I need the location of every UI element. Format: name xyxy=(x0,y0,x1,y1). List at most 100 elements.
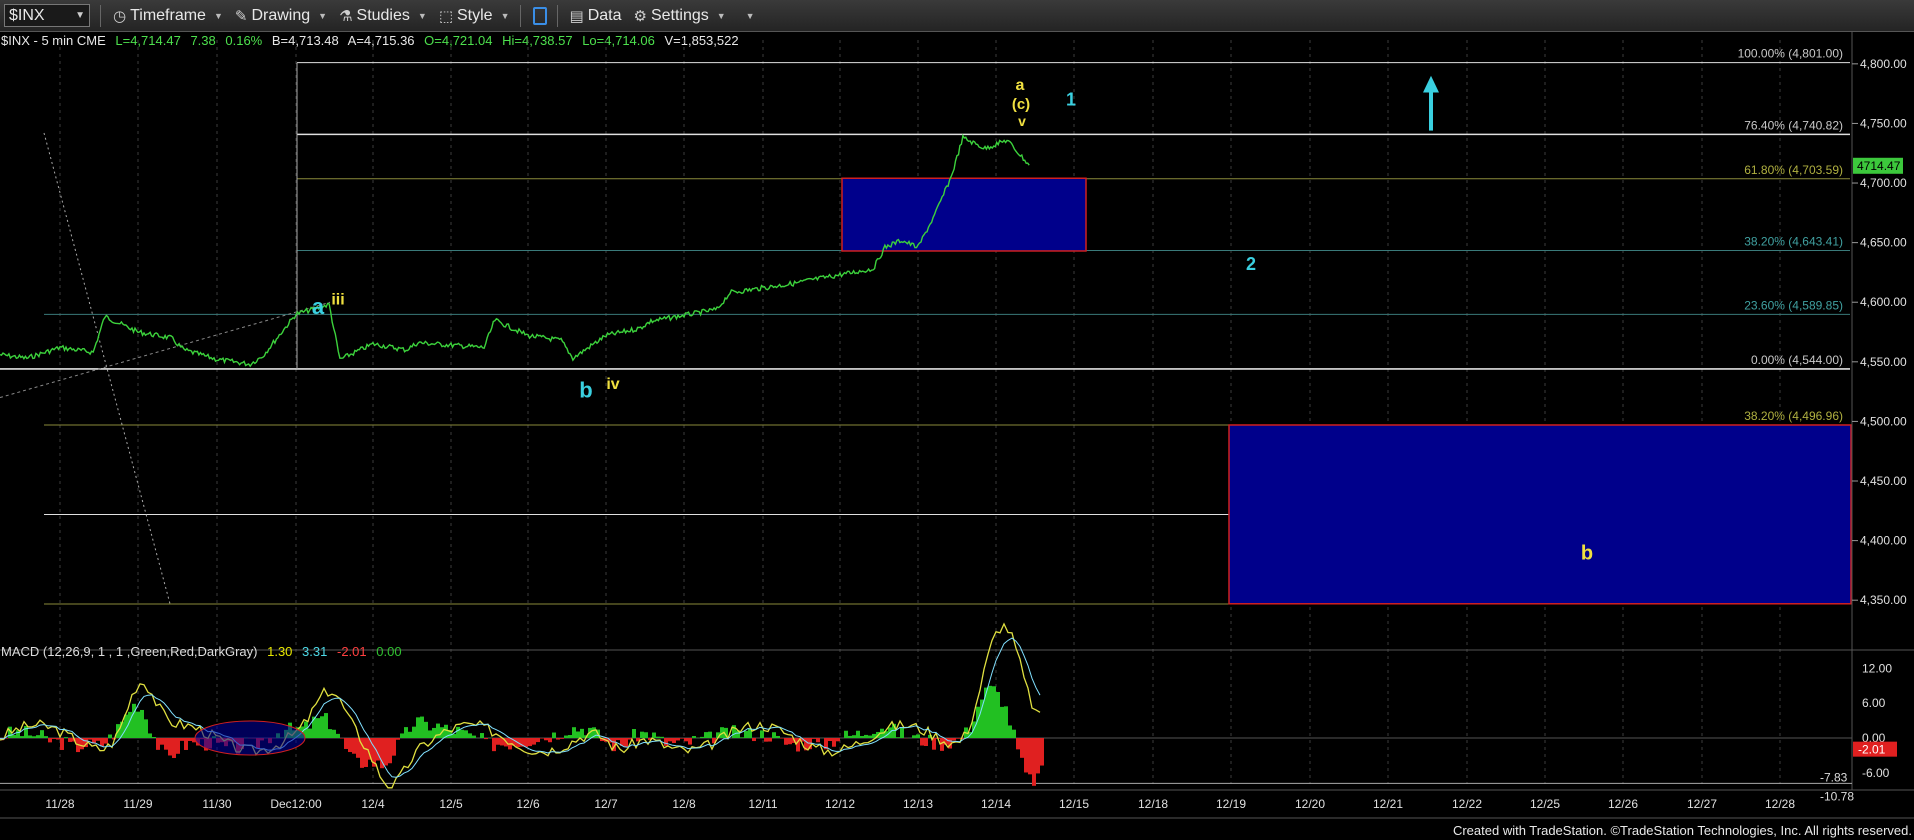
macd-histogram-bar xyxy=(844,730,848,738)
macd-histogram-bar xyxy=(28,735,32,738)
macd-histogram-bar xyxy=(572,727,576,738)
macd-histogram-bar xyxy=(672,738,676,743)
macd-histogram-bar xyxy=(812,738,816,739)
macd-params: MACD (12,26,9, 1 , 1 ,Green,Red,DarkGray… xyxy=(1,644,258,659)
macd-histogram-bar xyxy=(916,734,920,738)
macd-histogram-bar xyxy=(480,733,484,738)
target-zone-box xyxy=(841,177,1087,252)
x-tick-label: 12/12 xyxy=(825,797,855,811)
x-tick-label: 11/29 xyxy=(123,797,152,811)
macd-histogram-bar xyxy=(348,738,352,753)
x-tick-label: 12/21 xyxy=(1373,797,1403,811)
fib-label: 0.00% (4,544.00) xyxy=(1751,353,1843,367)
y-tick-label: 4,750.00 xyxy=(1860,116,1907,130)
macd-histogram-bar xyxy=(856,730,860,738)
macd-histogram-bar xyxy=(772,732,776,738)
macd-histogram-bar xyxy=(524,738,528,747)
macd-histogram-bar xyxy=(188,738,192,741)
y-tick-label: 4,600.00 xyxy=(1860,295,1907,309)
macd-histogram-bar xyxy=(52,738,56,739)
macd-histogram-bar xyxy=(564,735,568,738)
macd-histogram-bar xyxy=(864,734,868,738)
macd-histogram-bar xyxy=(316,718,320,738)
macd-histogram-bar xyxy=(424,721,428,738)
macd-histogram-bar xyxy=(404,727,408,738)
macd-histogram-bar xyxy=(464,730,468,738)
fib-label: 38.20% (4,496.96) xyxy=(1744,409,1843,423)
macd-histogram-bar xyxy=(88,738,92,740)
macd-histogram-bar xyxy=(688,738,692,745)
up-arrow-head xyxy=(1423,75,1439,93)
macd-histogram-bar xyxy=(540,738,544,739)
wave-label: b xyxy=(579,378,592,403)
macd-histogram-bar xyxy=(468,733,472,738)
macd-histogram-bar xyxy=(952,738,956,741)
macd-histogram-bar xyxy=(644,732,648,738)
macd-histogram-bar xyxy=(848,735,852,738)
fib-label: 61.80% (4,703.59) xyxy=(1744,163,1843,177)
macd-histogram-bar xyxy=(852,735,856,738)
x-tick-label: 11/30 xyxy=(202,797,231,811)
x-tick-label: 12/19 xyxy=(1216,797,1246,811)
dotted-trendline xyxy=(0,301,331,399)
macd-histogram-bar xyxy=(992,686,996,738)
macd-histogram-bar xyxy=(168,738,172,756)
x-tick-label: 12/7 xyxy=(594,797,618,811)
macd-histogram-bar xyxy=(700,736,704,738)
macd-histogram-bar xyxy=(336,733,340,738)
macd-histogram-bar xyxy=(100,738,104,747)
macd-histogram-bar xyxy=(32,736,36,738)
macd-histogram-bar xyxy=(388,738,392,764)
macd-histogram-bar xyxy=(912,735,916,738)
macd-tick-label: 12.00 xyxy=(1862,661,1892,675)
fib-label: 38.20% (4,643.41) xyxy=(1744,234,1843,248)
macd-histogram-bar xyxy=(764,738,768,742)
wave-label: iv xyxy=(606,376,619,393)
x-tick-label: 12/6 xyxy=(516,797,540,811)
macd-histogram-bar xyxy=(400,733,404,738)
wave-label: 1 xyxy=(1066,90,1076,110)
macd-histogram-bar xyxy=(108,734,112,738)
y-tick-label: 4,800.00 xyxy=(1860,57,1907,71)
macd-histogram-bar xyxy=(364,738,368,767)
macd-histogram-bar xyxy=(780,738,784,739)
macd-histogram-bar xyxy=(436,723,440,738)
macd-histogram-bar xyxy=(332,729,336,738)
macd-histogram-bar xyxy=(980,699,984,738)
macd-histogram-bar xyxy=(344,738,348,749)
wave-label: v xyxy=(1018,113,1026,129)
macd-histogram-bar xyxy=(484,738,488,740)
copyright-footer: Created with TradeStation. ©TradeStation… xyxy=(1452,823,1912,838)
macd-histogram-bar xyxy=(12,734,16,738)
macd-histogram-bar xyxy=(340,738,344,739)
price-axis: 4,800.00 4,750.00 4,700.00 4,650.00 4,600.00… xyxy=(1851,32,1907,790)
macd-histogram-bar xyxy=(568,735,572,738)
macd-histogram-bar xyxy=(740,737,744,738)
macd-histogram-bar xyxy=(528,738,532,747)
macd-histogram-bar xyxy=(180,738,184,741)
macd-histogram-bar xyxy=(664,738,668,746)
macd-histogram-bar xyxy=(996,692,1000,738)
macd-histogram-bar xyxy=(60,738,64,750)
macd-zero: 0.00 xyxy=(376,644,402,659)
macd-histogram-bar xyxy=(676,738,680,741)
macd-histogram-bar xyxy=(548,738,552,743)
macd-histogram-bar xyxy=(48,738,52,743)
macd-histogram-bar xyxy=(184,738,188,750)
y-tick-label: 4,700.00 xyxy=(1860,176,1907,190)
macd-histogram-bar xyxy=(556,738,560,740)
x-tick-label: 12/18 xyxy=(1138,797,1168,811)
macd-histogram-bar xyxy=(40,730,44,738)
x-tick-label: 12/28 xyxy=(1765,797,1795,811)
macd-highlight-ellipse xyxy=(194,720,306,756)
y-tick-label: 4,400.00 xyxy=(1860,534,1907,548)
macd-histogram-bar xyxy=(420,716,424,738)
grid xyxy=(59,40,1781,784)
macd-histogram-bar xyxy=(552,732,556,738)
macd-histogram-bar xyxy=(1000,706,1004,738)
x-tick-label: 12/25 xyxy=(1530,797,1560,811)
macd-histogram-bar xyxy=(788,738,792,745)
price-chart[interactable]: 100.00% (4,801.00) 76.40% (4,740.82) 61.80… xyxy=(0,0,1914,840)
x-tick-label: 11/28 xyxy=(45,797,74,811)
macd-histogram-bar xyxy=(496,738,500,745)
